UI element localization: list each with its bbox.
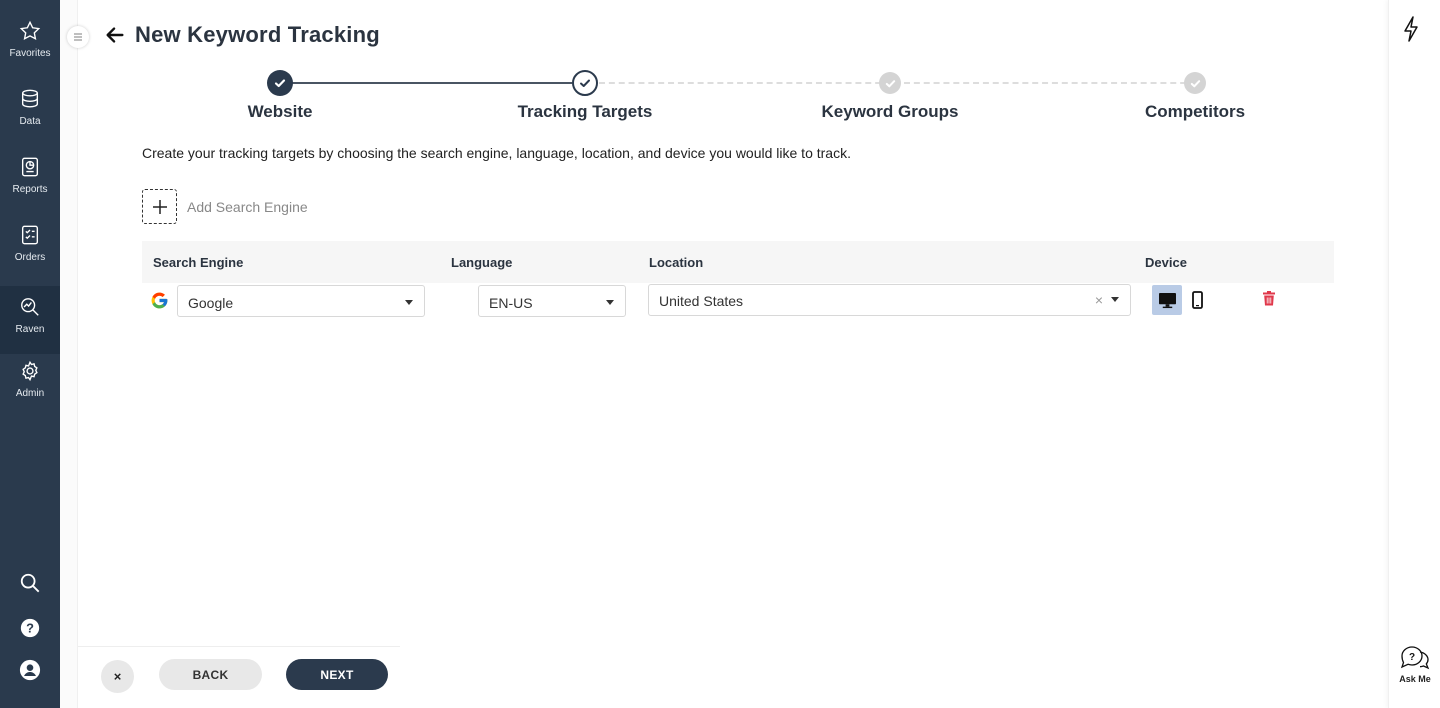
page-header: New Keyword Tracking [104,22,380,48]
clear-location-icon[interactable]: × [1095,292,1103,308]
nav-item-admin[interactable]: Admin [0,350,60,418]
location-value: United States [659,293,744,309]
star-icon [19,20,41,41]
nav-item-raven[interactable]: Raven [0,286,60,354]
column-header-language: Language [451,255,513,270]
step-label: Keyword Groups [821,102,959,121]
column-header-engine: Search Engine [153,255,244,270]
back-button[interactable]: BACK [159,659,262,690]
nav-label: Raven [15,324,45,335]
app-root: Favorites Data Reports Orders Raven Admi… [0,0,1440,708]
report-icon [21,157,39,177]
step-website[interactable]: Website [180,70,380,122]
nav-item-favorites[interactable]: Favorites [0,10,60,78]
nav-item-orders[interactable]: Orders [0,214,60,282]
device-mobile-button[interactable] [1182,285,1212,315]
chevron-down-icon [405,300,413,305]
nav-item-data[interactable]: Data [0,78,60,146]
nav-help-button[interactable]: ? [0,617,60,639]
collapse-nav-button[interactable] [67,26,89,48]
location-select[interactable]: United States × [648,284,1131,316]
next-button[interactable]: NEXT [286,659,388,690]
column-header-location: Location [649,255,704,270]
hamburger-icon [74,33,82,41]
step-check-icon [1184,72,1206,94]
add-search-engine-button[interactable]: Add Search Engine [142,189,308,224]
orders-icon [21,225,39,245]
step-label: Tracking Targets [517,102,653,121]
table-row: Google EN-US United States × [142,283,1334,323]
step-check-icon [572,70,598,96]
left-nav: Favorites Data Reports Orders Raven Admi… [0,0,60,708]
chat-bubbles-icon: ? [1400,646,1430,670]
lightning-bolt-icon[interactable] [1403,16,1419,42]
gear-icon [22,360,38,382]
step-competitors[interactable]: Competitors [1095,70,1295,122]
nav-item-reports[interactable]: Reports [0,146,60,214]
nav-label: Admin [15,388,45,399]
raven-icon [21,298,39,316]
nav-account-button[interactable] [0,659,60,681]
google-logo-icon [151,292,168,309]
desktop-icon [1158,292,1176,308]
ask-me-label: Ask Me [1399,674,1431,684]
language-select[interactable]: EN-US [478,285,626,317]
search-engine-select[interactable]: Google [177,285,425,317]
step-tracking-targets[interactable]: Tracking Targets [485,70,685,122]
nav-label: Reports [12,184,48,195]
footer-divider [78,646,400,647]
svg-text:?: ? [1409,652,1415,663]
nav-label: Favorites [9,48,51,59]
back-arrow-icon[interactable] [104,24,126,46]
cancel-close-button[interactable]: × [101,660,134,693]
nav-search-button[interactable] [0,572,60,594]
nav-label: Orders [14,252,46,263]
device-desktop-button[interactable] [1152,285,1182,315]
page-title: New Keyword Tracking [135,22,380,47]
language-value: EN-US [489,295,533,311]
user-icon [19,659,41,681]
nav-label: Data [19,116,41,127]
chevron-down-icon [1111,297,1119,302]
intro-text: Create your tracking targets by choosing… [142,145,851,161]
step-label: Competitors [1144,102,1246,121]
search-engine-value: Google [188,295,234,311]
nav-divider [60,0,78,708]
column-header-device: Device [1145,255,1187,270]
progress-stepper: Website Tracking Targets Keyword Groups … [142,70,1334,122]
step-keyword-groups[interactable]: Keyword Groups [790,70,990,122]
help-icon: ? [20,618,40,638]
ask-me-button[interactable]: ? Ask Me [1389,644,1440,684]
trash-icon[interactable] [1263,291,1275,306]
search-icon [20,573,40,593]
mobile-phone-icon [1191,291,1203,309]
plus-icon [142,189,177,224]
svg-text:?: ? [26,621,34,636]
step-check-icon [879,72,901,94]
step-label: Website [247,102,313,121]
chevron-down-icon [606,300,614,305]
database-icon [21,89,39,108]
step-check-icon [267,70,293,96]
right-rail: ? Ask Me [1388,0,1440,708]
targets-table-header: Search Engine Language Location Device [142,241,1334,283]
add-search-engine-label: Add Search Engine [187,198,308,215]
